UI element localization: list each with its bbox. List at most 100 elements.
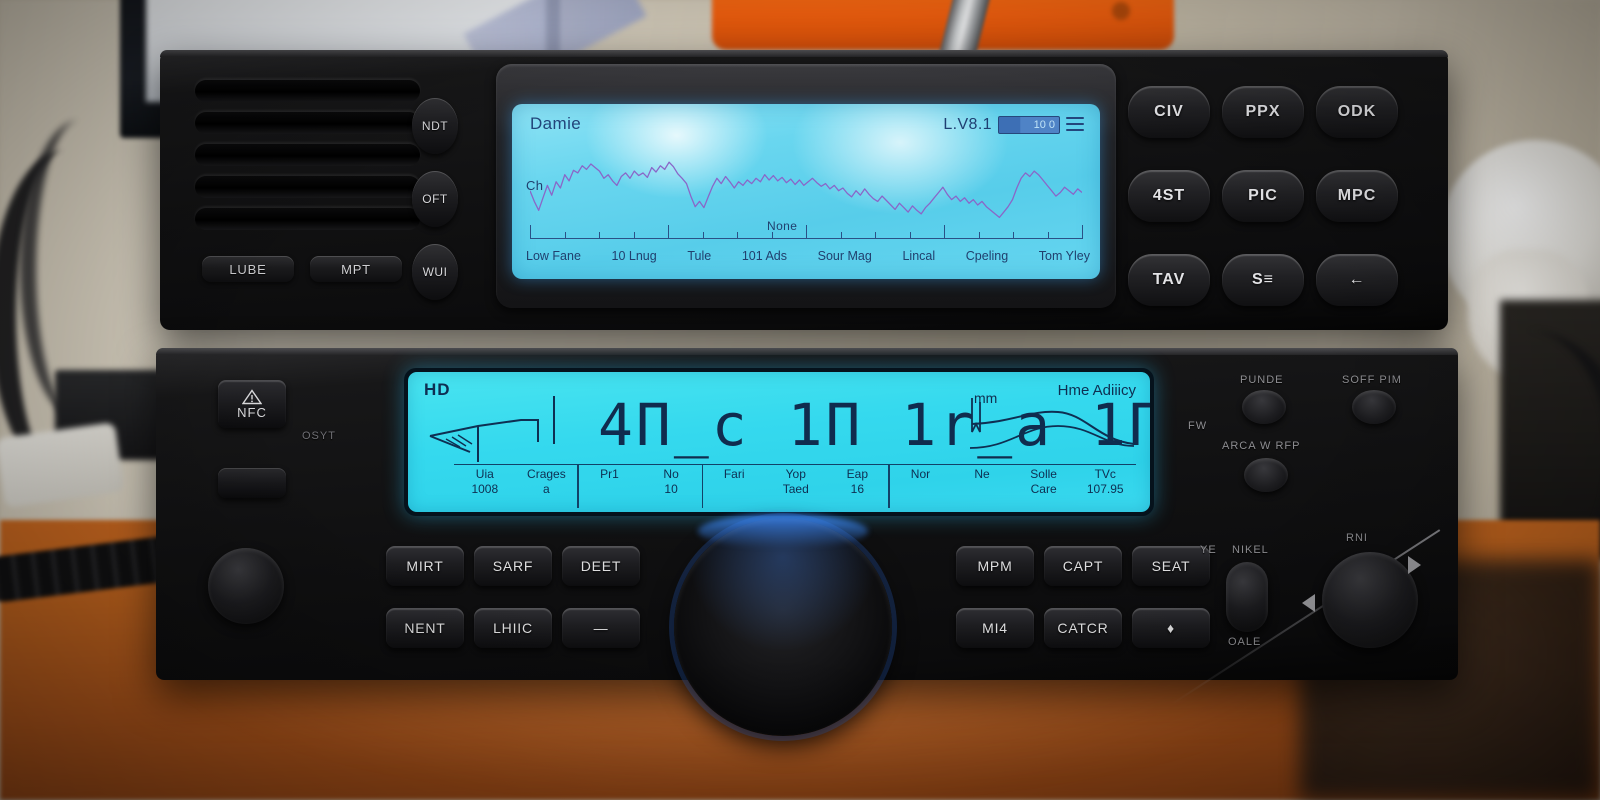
main-tuning-knob[interactable] bbox=[674, 518, 892, 736]
upper-keypad: CIV PPX ODK 4ST PIC MPC TAV S≡ ← bbox=[1128, 86, 1428, 306]
lcd-annotation: None bbox=[767, 219, 798, 233]
hamburger-menu-icon[interactable] bbox=[1066, 117, 1084, 135]
lcd-title: Damie bbox=[530, 114, 582, 133]
ndt-button[interactable]: NDT bbox=[412, 98, 458, 154]
rni-label: RNI bbox=[1346, 532, 1368, 544]
lcd-x-tick-label: Lincal bbox=[902, 249, 936, 263]
lcd-axis-tick bbox=[909, 232, 911, 239]
status-cell-label: No bbox=[663, 467, 679, 481]
grille-slat bbox=[195, 144, 420, 166]
rni-left-marker bbox=[1302, 594, 1315, 612]
status-cell-label: Crages bbox=[527, 467, 566, 481]
status-cell-label: Fari bbox=[723, 467, 745, 481]
pic-button[interactable]: PIC bbox=[1222, 170, 1304, 222]
background-orange-screw bbox=[1112, 2, 1130, 20]
lhiic-button[interactable]: LHIIC bbox=[474, 608, 552, 648]
status-cell: Yop Taed bbox=[765, 465, 827, 508]
menu-bar bbox=[1066, 117, 1084, 119]
diamond-button[interactable]: ♦ bbox=[1132, 608, 1210, 648]
status-cell-label: Pr1 bbox=[600, 467, 619, 481]
menu-bar bbox=[1066, 123, 1084, 125]
mpt-button[interactable]: MPT bbox=[310, 256, 402, 282]
left-waveform-icon bbox=[429, 396, 555, 462]
soft-pim-button[interactable] bbox=[1352, 390, 1396, 424]
nent-button[interactable]: NENT bbox=[386, 608, 464, 648]
lcd-axis-tick bbox=[633, 232, 635, 239]
arca-rfp-button[interactable] bbox=[1244, 458, 1288, 492]
lcd-axis-tick bbox=[978, 232, 980, 239]
status-cell-value: a bbox=[543, 482, 550, 496]
lcd-x-axis-labels: Low Fane 10 Lnug Tule 101 Ads Sour Mag Lincal… bbox=[526, 247, 1090, 265]
lcd-axis-tick bbox=[875, 232, 876, 239]
upper-lcd-screen[interactable]: Damie L.V8.1 10 0 Ch None Low Fane 10 Lnu… bbox=[512, 104, 1100, 279]
rni-knob[interactable] bbox=[1322, 552, 1418, 648]
civ-button[interactable]: CIV bbox=[1128, 86, 1210, 138]
lcd-axis-tick bbox=[1013, 232, 1014, 239]
status-cell-label: Uia bbox=[475, 467, 494, 481]
left-small-knob[interactable] bbox=[208, 548, 284, 624]
lower-lcd-screen[interactable]: HD Hme Adiiicy 4Π_c 1Π 1r_a 1Π mm Uia 100… bbox=[408, 372, 1150, 512]
lcd-status-row: Uia 1008 Crages a Pr1 No 10 Fari Yop Taed Eap 16 Nor… bbox=[454, 464, 1136, 508]
lcd-status-badge: 10 0 bbox=[998, 116, 1060, 134]
seat-button[interactable]: SEAT bbox=[1132, 546, 1210, 586]
lower-radio-unit: NFC OSYT HD Hme Adiiicy 4Π_c 1Π 1r_a 1Π … bbox=[156, 348, 1458, 736]
lcd-x-tick-label: 101 Ads bbox=[741, 249, 788, 263]
mi4-button[interactable]: MI4 bbox=[956, 608, 1034, 648]
catcr-button[interactable]: CATCR bbox=[1044, 608, 1122, 648]
status-cell: Crages a bbox=[516, 465, 578, 508]
punde-label: PUNDE bbox=[1240, 374, 1284, 386]
status-cell: Pr1 bbox=[579, 465, 641, 508]
ppx-button[interactable]: PPX bbox=[1222, 86, 1304, 138]
lcd-main-digits: 4Π_c 1Π 1r_a 1Π bbox=[598, 391, 1150, 459]
tav-button[interactable]: TAV bbox=[1128, 254, 1210, 306]
ye-label: YE bbox=[1200, 544, 1217, 556]
odk-button[interactable]: ODK bbox=[1316, 86, 1398, 138]
lcd-axis-tick bbox=[806, 225, 807, 239]
lcd-x-tick-label: 10 Lnug bbox=[611, 249, 657, 263]
wui-button[interactable]: WUI bbox=[412, 244, 458, 300]
oft-button[interactable]: OFT bbox=[412, 171, 458, 227]
nikel-label: NIKEL bbox=[1232, 544, 1269, 556]
upper-unit-top-edge bbox=[160, 50, 1448, 57]
lcd-axis-tick bbox=[1082, 225, 1083, 239]
lcd-x-tick-label: Sour Mag bbox=[817, 249, 872, 263]
capt-button[interactable]: CAPT bbox=[1044, 546, 1122, 586]
mpc-button[interactable]: MPC bbox=[1316, 170, 1398, 222]
list-button[interactable]: S≡ bbox=[1222, 254, 1304, 306]
back-arrow-button[interactable]: ← bbox=[1316, 254, 1398, 306]
4st-button[interactable]: 4ST bbox=[1128, 170, 1210, 222]
rni-right-marker bbox=[1408, 556, 1421, 574]
punde-button[interactable] bbox=[1242, 390, 1286, 424]
lube-button[interactable]: LUBE bbox=[202, 256, 294, 282]
lcd-axis-tick bbox=[737, 232, 738, 239]
nikel-knob[interactable] bbox=[1226, 562, 1268, 632]
status-cell-label: Nor bbox=[910, 467, 931, 481]
blank-button[interactable] bbox=[218, 468, 286, 498]
lcd-x-tick-label: Tom Yley bbox=[1038, 249, 1090, 263]
grille-slat bbox=[195, 208, 420, 230]
waveform-line bbox=[529, 161, 1083, 219]
dash-button[interactable]: — bbox=[562, 608, 640, 648]
status-cell: Fari bbox=[703, 465, 765, 508]
deet-button[interactable]: DEET bbox=[562, 546, 640, 586]
right-curve-icon bbox=[969, 398, 1135, 449]
mpm-button[interactable]: MPM bbox=[956, 546, 1034, 586]
status-cell-label: Yop bbox=[785, 467, 806, 481]
sarf-button[interactable]: SARF bbox=[474, 546, 552, 586]
speaker-grille bbox=[195, 80, 420, 260]
status-cell: Solle Care bbox=[1013, 465, 1075, 508]
warning-triangle-icon bbox=[242, 388, 262, 404]
lcd-axis-tick bbox=[771, 232, 773, 239]
arca-rfp-label: ARCA W RFP bbox=[1222, 440, 1301, 452]
fw-label: FW bbox=[1188, 420, 1208, 432]
status-cell-value: Care bbox=[1030, 482, 1057, 496]
status-cell-value: Taed bbox=[782, 482, 809, 496]
nfc-label: NFC bbox=[237, 404, 267, 420]
lcd-axis-tick bbox=[668, 225, 669, 239]
mirt-button[interactable]: MIRT bbox=[386, 546, 464, 586]
status-cell: Ne bbox=[951, 465, 1013, 508]
lower-display-bezel: HD Hme Adiiicy 4Π_c 1Π 1r_a 1Π mm Uia 100… bbox=[404, 368, 1154, 516]
soft-pim-label: SOFF PIM bbox=[1342, 374, 1402, 386]
nfc-button[interactable]: NFC bbox=[218, 380, 286, 428]
status-cell-label: TVc bbox=[1094, 467, 1116, 481]
